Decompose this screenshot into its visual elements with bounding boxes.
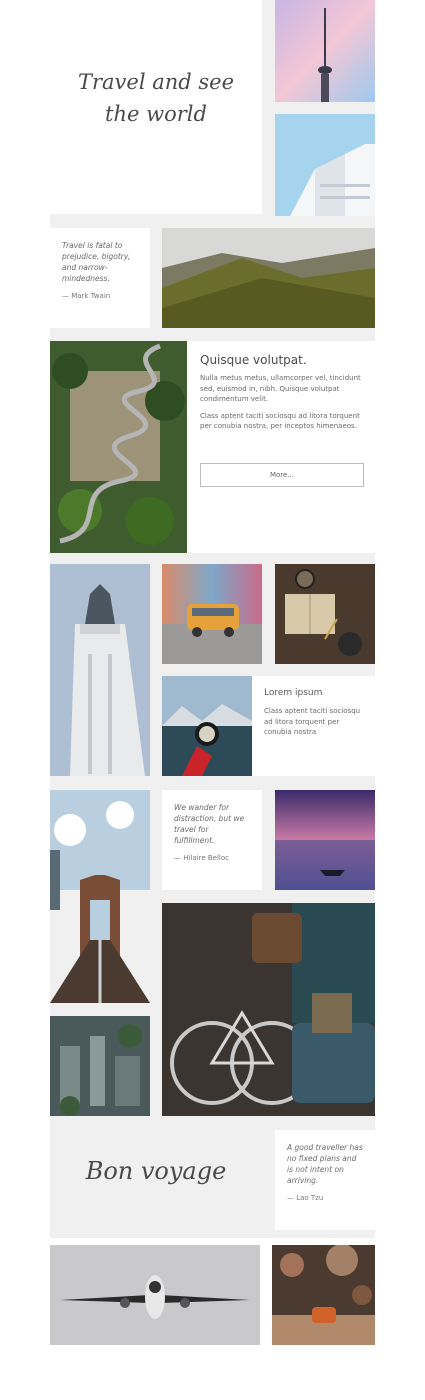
article-paragraph-1: Nulla metus metus, ullamcorper vel, tinc… xyxy=(200,374,361,403)
sunset-boat-photo[interactable] xyxy=(275,790,375,890)
hero-title-line1: Travel and see xyxy=(77,70,235,94)
more-button[interactable]: More... xyxy=(200,463,364,487)
quote-text-laotzu: A good traveller has no fixed plans and … xyxy=(287,1143,363,1185)
article-heading: Quisque volutpat. xyxy=(200,353,307,367)
city-aerial-photo[interactable] xyxy=(50,1016,150,1116)
lorem-text: Class aptent taciti sociosqu ad litora t… xyxy=(264,707,361,736)
airplane-photo[interactable] xyxy=(50,1245,260,1345)
building-photo[interactable] xyxy=(275,114,375,216)
quote-card-laotzu: A good traveller has no fixed plans and … xyxy=(275,1130,375,1230)
quote-text-twain: Travel is fatal to prejudice, bigotry, a… xyxy=(62,241,131,283)
toy-van-photo[interactable] xyxy=(162,564,262,664)
hero-title: Travel and see the world xyxy=(50,66,262,130)
hero-title-line2: the world xyxy=(105,102,207,126)
quote-author-belloc: — Hilaire Belloc xyxy=(174,854,229,862)
article-card: Quisque volutpat. Nulla metus metus, ull… xyxy=(187,341,375,553)
tower-photo[interactable] xyxy=(275,0,375,102)
lorem-card: Lorem ipsum Class aptent taciti sociosqu… xyxy=(252,676,375,776)
hills-photo[interactable] xyxy=(162,228,375,328)
bicycle-suitcase-photo[interactable] xyxy=(162,903,375,1116)
statue-building-photo[interactable] xyxy=(50,564,150,776)
bridge-photo[interactable] xyxy=(50,790,150,1003)
toy-car-bokeh-photo[interactable] xyxy=(272,1245,375,1345)
winding-road-photo[interactable] xyxy=(50,341,187,553)
quote-author-laotzu: — Lao Tzu xyxy=(287,1194,324,1202)
quote-card-belloc: We wander for distraction, but we travel… xyxy=(162,790,262,890)
notebook-desk-photo[interactable] xyxy=(275,564,375,664)
quote-card-twain: Travel is fatal to prejudice, bigotry, a… xyxy=(50,228,150,328)
compass-lake-photo[interactable] xyxy=(162,676,252,776)
bon-voyage-text: Bon voyage xyxy=(85,1157,227,1185)
quote-author-twain: — Mark Twain xyxy=(62,292,111,300)
hero-card: Travel and see the world xyxy=(50,0,262,214)
lorem-heading: Lorem ipsum xyxy=(264,688,323,698)
article-paragraph-2: Class aptent taciti sociosqu ad litora t… xyxy=(200,411,360,431)
quote-text-belloc: We wander for distraction, but we travel… xyxy=(174,803,245,845)
